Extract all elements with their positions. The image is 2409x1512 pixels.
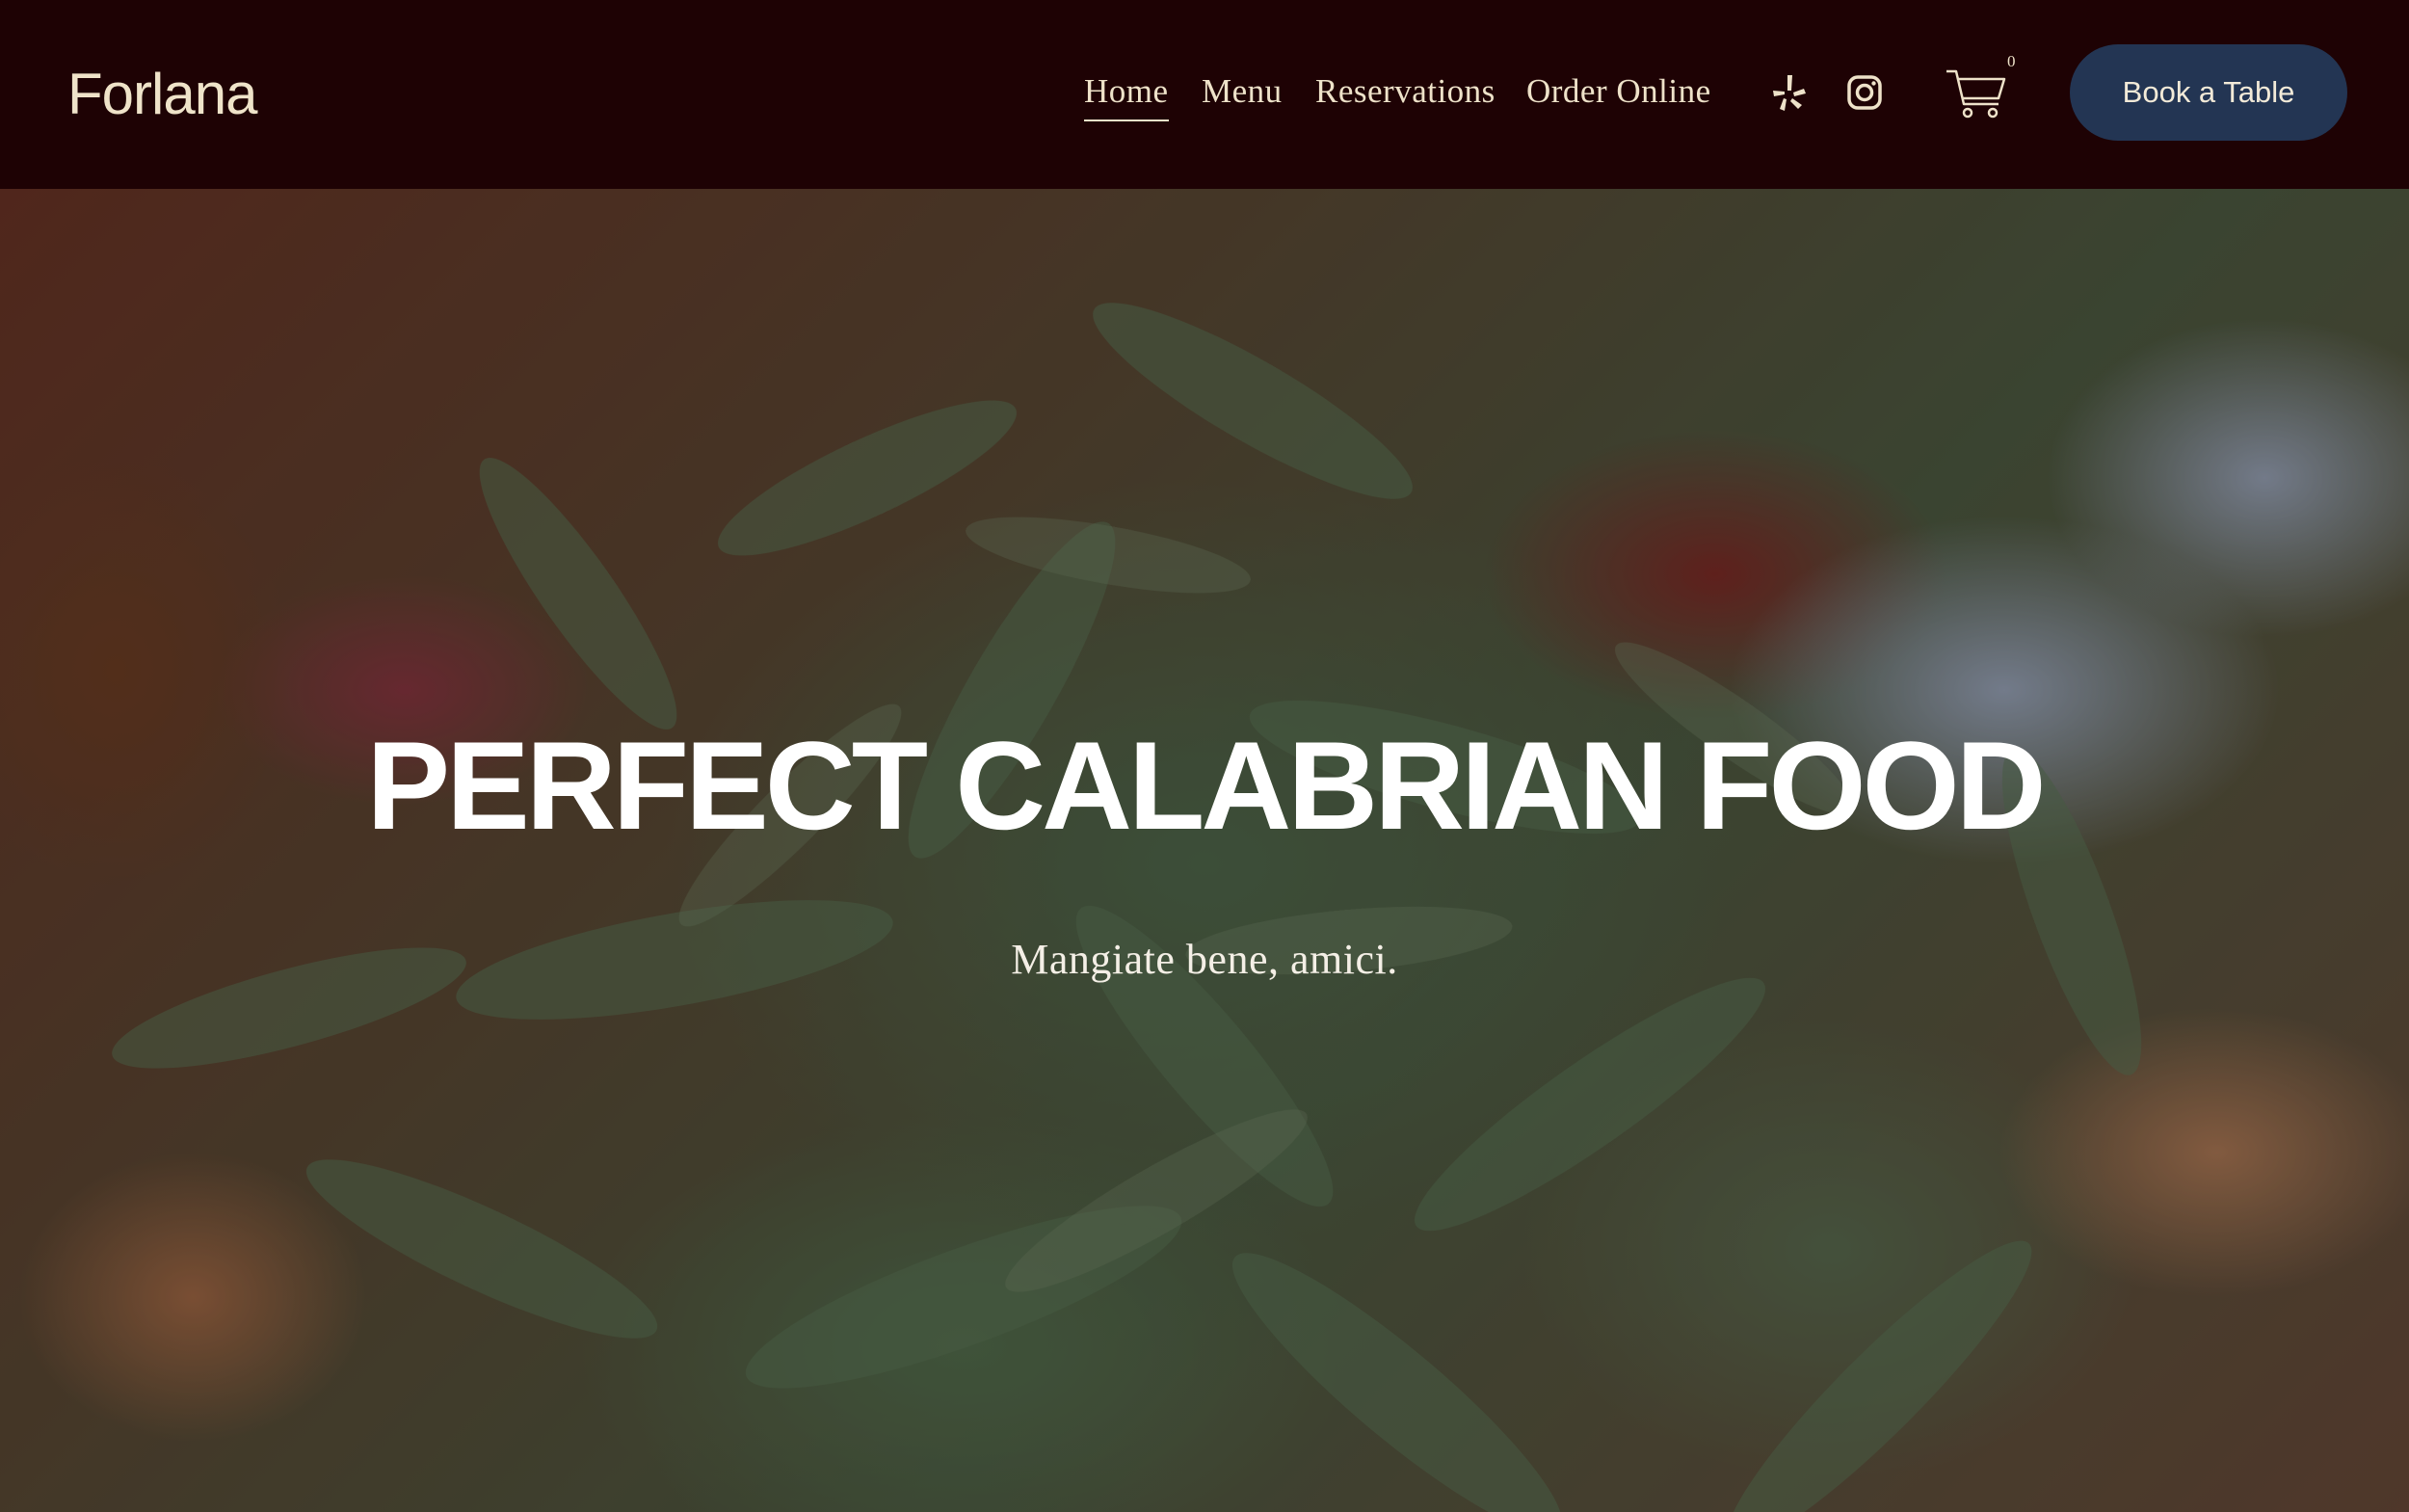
nav-reservations[interactable]: Reservations <box>1315 67 1496 116</box>
instagram-icon[interactable] <box>1846 73 1883 112</box>
nav-order-online[interactable]: Order Online <box>1526 67 1711 116</box>
hero-title: PERFECT CALABRIAN FOOD <box>366 715 2046 856</box>
book-a-table-button[interactable]: Book a Table <box>2070 44 2347 141</box>
yelp-icon[interactable] <box>1771 73 1808 112</box>
site-header: Forlana Home Menu Reservations Order Onl… <box>0 0 2409 189</box>
hero-subtitle: Mangiate bene, amici. <box>1011 936 1398 983</box>
site-logo[interactable]: Forlana <box>67 56 257 133</box>
nav-menu[interactable]: Menu <box>1202 67 1283 116</box>
cart-icon[interactable] <box>1945 67 2008 119</box>
nav-home[interactable]: Home <box>1084 67 1169 121</box>
cart-count: 0 <box>2007 52 2016 70</box>
hero-section: PERFECT CALABRIAN FOOD Mangiate bene, am… <box>0 189 2409 1512</box>
